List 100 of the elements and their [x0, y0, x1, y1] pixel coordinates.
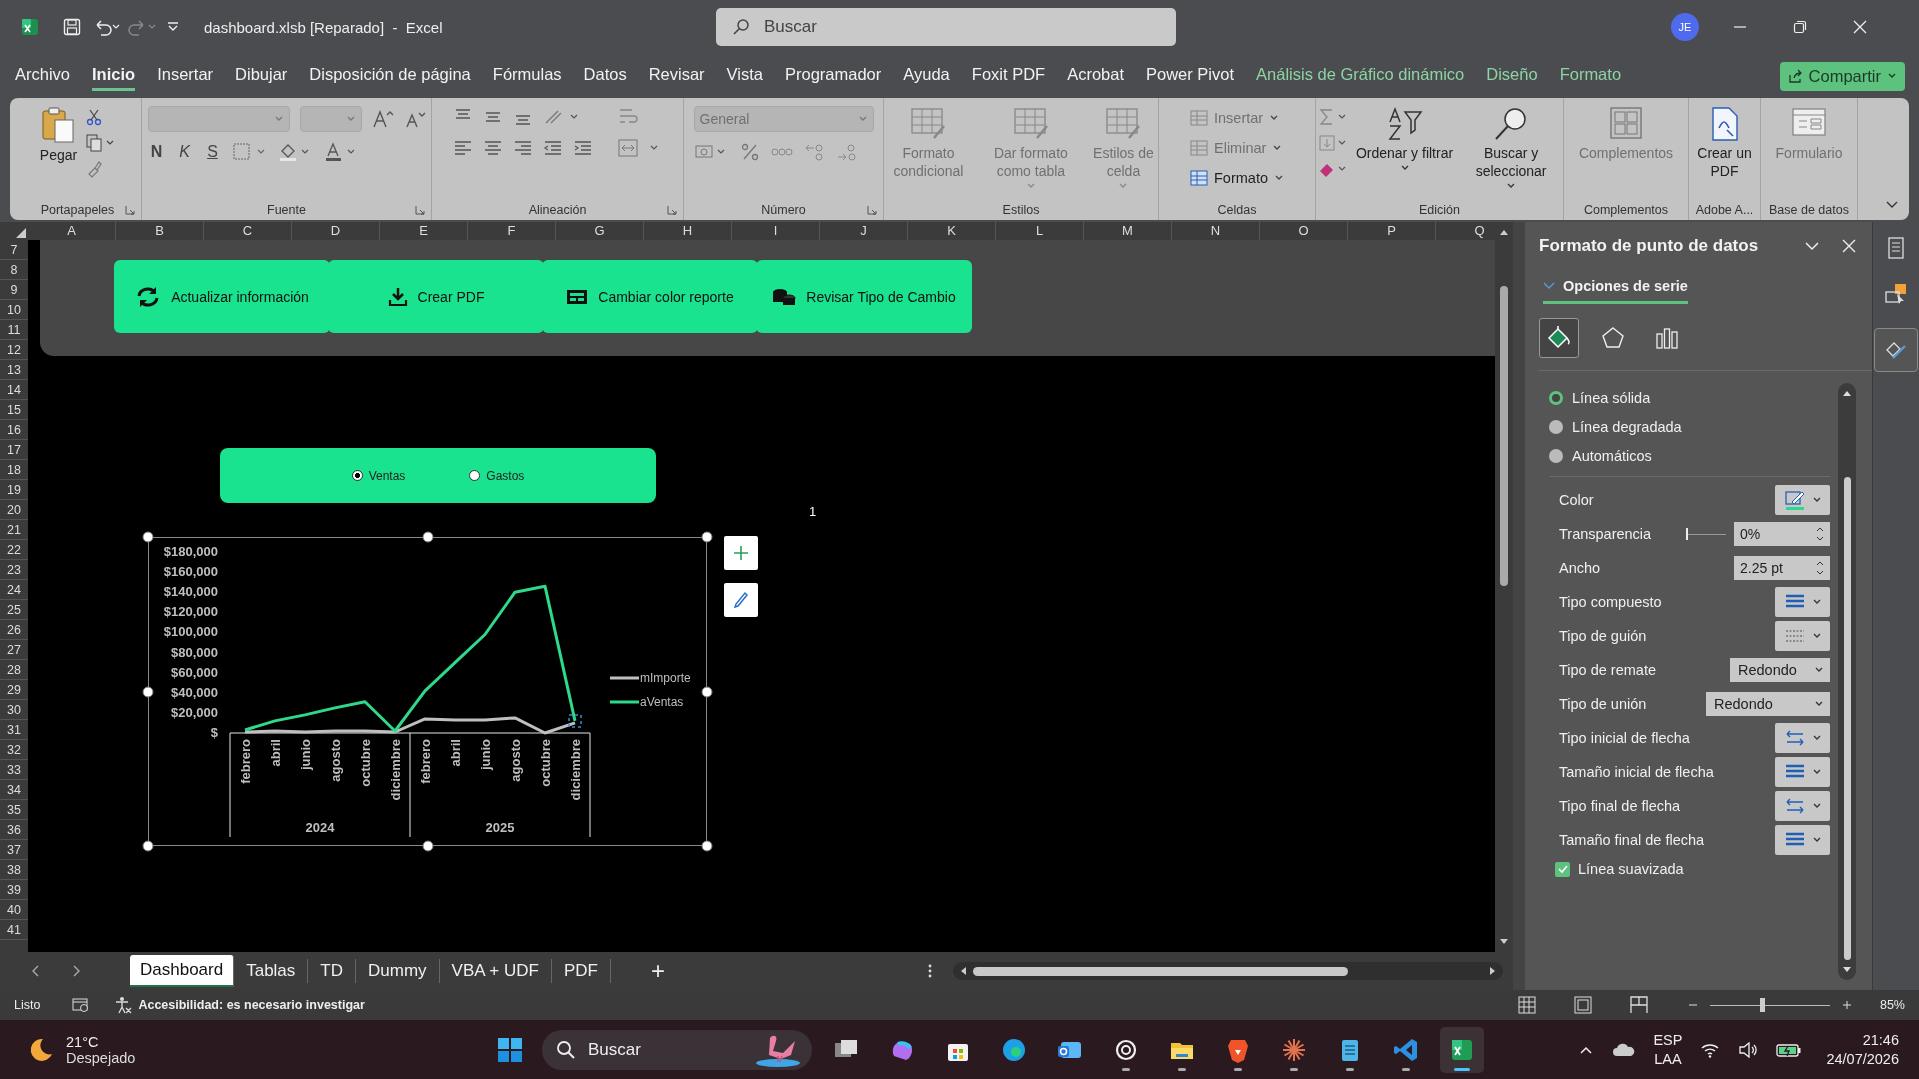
- y-axis-label: $120,000: [163, 604, 218, 620]
- option-label[interactable]: Ventas: [368, 468, 406, 483]
- ribbon-tab[interactable]: Fórmulas: [492, 61, 562, 91]
- ribbon-group-label: Edición: [1419, 203, 1460, 217]
- ribbon-group-label: Base de datos: [1769, 203, 1849, 217]
- window-title: dashboard.xlsb [Reparado] - Excel: [204, 18, 444, 36]
- action-button[interactable]: Revisar Tipo de Cambio: [756, 260, 972, 333]
- style-dropdown[interactable]: Redondo: [1730, 658, 1830, 682]
- option-label[interactable]: Línea sólida: [1572, 389, 1651, 406]
- pane-title: Formato de punto de datos: [1539, 236, 1759, 256]
- sheet-tab[interactable]: Tablas: [234, 959, 309, 983]
- ribbon-tab[interactable]: Ayuda: [903, 61, 950, 91]
- legend-label: aVentas: [640, 695, 684, 709]
- x-axis-label: abril: [448, 739, 463, 767]
- ribbon-tab[interactable]: Power Pivot: [1146, 61, 1235, 91]
- section-tab[interactable]: Opciones de serie: [1563, 278, 1688, 294]
- ribbon-tab[interactable]: Disposición de página: [309, 61, 471, 91]
- option-label[interactable]: Automáticos: [1572, 447, 1652, 464]
- action-button[interactable]: Actualizar información: [114, 260, 330, 333]
- option-label[interactable]: Gastos: [486, 468, 525, 483]
- clock-date[interactable]: 24/07/2026: [1826, 1049, 1899, 1069]
- search-field[interactable]: Buscar: [762, 16, 1146, 38]
- property-label: Tipo final de flecha: [1559, 798, 1681, 814]
- share-button[interactable]: Compartir: [1779, 61, 1905, 91]
- bold-button[interactable]: N: [147, 143, 166, 161]
- ribbon-tab[interactable]: Archivo: [15, 61, 71, 91]
- transparency-field[interactable]: 0%: [1734, 522, 1830, 546]
- ribbon-group-label: Complementos: [1583, 203, 1669, 217]
- x-axis-group-label: 2025: [485, 820, 515, 835]
- user-avatar[interactable]: JE: [1671, 13, 1699, 41]
- ribbon-tab[interactable]: Dibujar: [235, 61, 288, 91]
- ribbon-group-label: Celdas: [1217, 203, 1257, 217]
- cells-menu-button[interactable]: Formato: [1190, 166, 1284, 190]
- ribbon-tab[interactable]: Programador: [785, 61, 882, 91]
- status-text: Listo: [14, 998, 41, 1012]
- sheet-tab[interactable]: TD: [308, 959, 356, 983]
- property-label: Tamaño final de flecha: [1559, 832, 1705, 848]
- ribbon-tab[interactable]: Análisis de Gráfico dinámico: [1256, 61, 1465, 91]
- action-button[interactable]: Crear PDF: [328, 260, 544, 333]
- style-dropdown[interactable]: Redondo: [1706, 692, 1830, 716]
- ribbon-button[interactable]: Buscar y seleccionar: [1461, 106, 1562, 190]
- width-field[interactable]: 2.25 pt: [1734, 556, 1830, 580]
- option-label[interactable]: Línea degradada: [1572, 418, 1682, 435]
- sheet-tab[interactable]: PDF: [551, 959, 611, 983]
- ribbon-tab[interactable]: Foxit PDF: [971, 61, 1046, 91]
- underline-button[interactable]: S: [203, 143, 222, 161]
- legend-item: mImporte: [610, 671, 691, 685]
- ribbon-tab[interactable]: Vista: [726, 61, 763, 91]
- property-label: Tipo de remate: [1559, 662, 1656, 678]
- y-axis-label: $80,000: [171, 644, 218, 660]
- keyboard-layout[interactable]: LAA: [1654, 1049, 1682, 1069]
- ribbon-button[interactable]: Crear un PDF: [1689, 106, 1760, 180]
- sheet-tab[interactable]: Dummy: [356, 959, 440, 983]
- y-axis-label: $40,000: [171, 684, 218, 700]
- y-axis-label: $60,000: [171, 664, 218, 680]
- ribbon-tab[interactable]: Insertar: [157, 61, 214, 91]
- sheet-tab[interactable]: Dashboard: [130, 955, 235, 987]
- add-sheet-button[interactable]: +: [650, 957, 665, 985]
- sheet-tab[interactable]: VBA + UDF: [439, 959, 552, 983]
- x-axis-group-label: 2024: [305, 820, 335, 835]
- cell-value: 1: [809, 504, 817, 519]
- ribbon-tab[interactable]: Datos: [583, 61, 627, 91]
- checkbox-label[interactable]: Línea suavizada: [1578, 861, 1684, 877]
- ribbon-tab[interactable]: Diseño: [1486, 61, 1538, 91]
- ribbon-group-label: Portapapeles: [40, 203, 115, 217]
- ribbon-tab[interactable]: Acrobat: [1067, 61, 1124, 91]
- x-axis-label: junio: [478, 739, 493, 771]
- property-label: Ancho: [1559, 560, 1601, 576]
- y-axis-label: $: [210, 725, 218, 740]
- italic-button[interactable]: K: [175, 143, 194, 161]
- y-axis-label: $180,000: [163, 544, 218, 559]
- search-box[interactable]: Buscar: [716, 8, 1176, 46]
- zoom-level[interactable]: 85%: [1879, 998, 1905, 1012]
- x-axis-label: junio: [298, 739, 313, 771]
- ribbon-group-label: Número: [761, 203, 806, 217]
- x-axis-label: diciembre: [388, 739, 403, 801]
- clock-time[interactable]: 21:46: [1862, 1030, 1899, 1050]
- ribbon-group-label: Alineación: [528, 203, 587, 217]
- input-language[interactable]: ESP: [1653, 1030, 1683, 1050]
- y-axis-label: $20,000: [171, 704, 218, 720]
- taskbar-search-box[interactable]: Buscar: [542, 1029, 812, 1070]
- ribbon-tab[interactable]: Formato: [1559, 61, 1622, 91]
- legend-item: aVentas: [610, 695, 684, 709]
- y-axis-label: $100,000: [163, 624, 218, 640]
- x-axis-label: febrero: [418, 739, 433, 784]
- y-axis-label: $160,000: [163, 564, 218, 580]
- x-axis-label: febrero: [238, 739, 253, 784]
- ribbon-button[interactable]: Ordenar y filtrar: [1355, 106, 1454, 172]
- ribbon-tab[interactable]: Inicio: [92, 61, 136, 91]
- property-label: Tipo de unión: [1559, 696, 1647, 712]
- property-label: Color: [1559, 492, 1594, 508]
- taskbar-search-field[interactable]: Buscar: [586, 1038, 740, 1061]
- ribbon-tab[interactable]: Revisar: [648, 61, 705, 91]
- action-button[interactable]: Cambiar color reporte: [542, 260, 758, 333]
- chart-frame[interactable]: $ $20,000 $40,000 $60,000 $80,000 $100,000 $120,000 $140,000 $160,000 $180,000 2024 2025 febrero abril junio agosto octubre diciembre febrero abril junio agosto octubre diciembre mImporte aVentas: [148, 537, 707, 846]
- property-label: Tipo de guión: [1559, 628, 1647, 644]
- accessibility-status[interactable]: Accesibilidad: es necesario investigar: [138, 998, 365, 1012]
- x-axis-label: agosto: [328, 739, 343, 782]
- temperature: 21°C: [66, 1033, 100, 1050]
- paste-button[interactable]: Pegar: [39, 106, 78, 164]
